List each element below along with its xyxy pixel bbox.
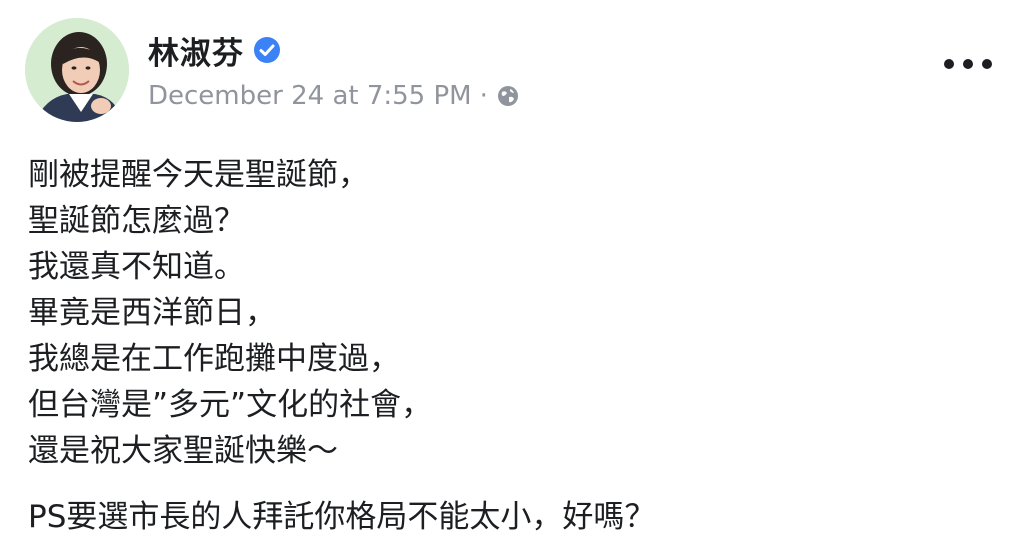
- post-body: 剛被提醒今天是聖誕節， 聖誕節怎麼過？ 我還真不知道。 畢竟是西洋節日， 我總是…: [28, 152, 988, 474]
- more-dot: [963, 59, 973, 69]
- post-line: 畢竟是西洋節日，: [28, 295, 276, 331]
- verified-badge-icon: [252, 35, 282, 65]
- post-timestamp[interactable]: December 24 at 7:55 PM: [148, 81, 472, 111]
- author-name[interactable]: 林淑芬: [148, 28, 244, 73]
- avatar-photo: [25, 18, 129, 122]
- facebook-post: 林淑芬 December 24 at 7:55 PM · 剛被提醒今天是聖誕節，…: [0, 0, 1024, 557]
- post-line: 剛被提醒今天是聖誕節，: [28, 157, 369, 193]
- more-dot: [982, 59, 992, 69]
- more-options-icon[interactable]: [944, 50, 992, 78]
- post-line: 我總是在工作跑攤中度過，: [28, 341, 400, 377]
- post-meta: December 24 at 7:55 PM ·: [148, 78, 520, 114]
- more-dot: [944, 59, 954, 69]
- globe-icon[interactable]: [496, 84, 520, 108]
- post-ps-line: PS要選市長的人拜託你格局不能太小，好嗎？: [28, 499, 656, 535]
- post-line: 還是祝大家聖誕快樂～: [28, 433, 338, 469]
- post-line: 但台灣是”多元”文化的社會，: [28, 387, 433, 423]
- post-line: 我還真不知道。: [28, 249, 245, 285]
- meta-separator: ·: [479, 81, 488, 111]
- author-row: 林淑芬: [148, 28, 282, 72]
- post-line: 聖誕節怎麼過？: [28, 203, 245, 239]
- author-avatar[interactable]: [25, 18, 129, 122]
